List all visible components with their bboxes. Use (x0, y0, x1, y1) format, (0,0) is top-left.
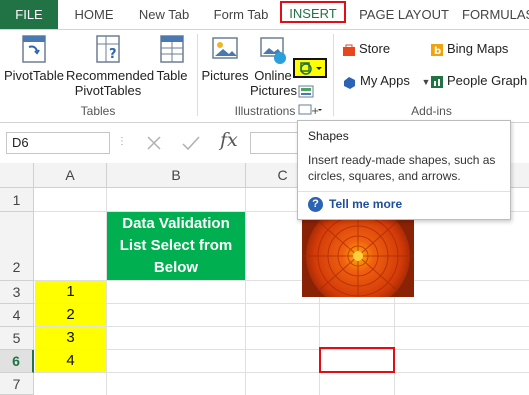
row-header-3[interactable]: 3 (0, 281, 34, 304)
svg-text:?: ? (109, 47, 117, 62)
pictures-label: Pictures (201, 68, 249, 83)
insert-tab-highlight (280, 1, 346, 23)
formula-input[interactable] (250, 132, 297, 154)
people-graph-button[interactable]: People Graph (430, 73, 527, 89)
tooltip-description: Insert ready-made shapes, such as circle… (308, 153, 496, 183)
pictures-button[interactable]: Pictures (201, 34, 249, 83)
gridline (245, 188, 246, 395)
tooltip-divider (298, 191, 510, 192)
b2-text-line-1: Data Validation (122, 215, 230, 232)
tab-new-tab[interactable]: New Tab (130, 0, 198, 29)
gridline (34, 326, 529, 327)
recommended-label-1: Recommended (66, 68, 155, 83)
addins-group-label: Add-ins (411, 104, 452, 118)
tab-formulas[interactable]: FORMULAS (462, 0, 529, 29)
my-apps-label: My Apps (360, 73, 410, 88)
insert-function-icon[interactable]: fx (220, 129, 238, 151)
online-pictures-icon (260, 37, 286, 64)
recommended-pivottables-button[interactable]: ? Recommended PivotTables (66, 34, 155, 98)
table-label: Table (156, 68, 188, 83)
store-label: Store (359, 41, 391, 56)
gridline (34, 280, 529, 281)
my-apps-icon (344, 76, 355, 89)
b2-text-line-2: List Select from (119, 237, 233, 254)
tell-me-more-link[interactable]: ? Tell me more (308, 197, 403, 213)
tab-page-layout[interactable]: PAGE LAYOUT (354, 0, 454, 29)
tab-home[interactable]: HOME (64, 0, 124, 29)
bing-maps-label: Bing Maps (447, 41, 509, 56)
enter-icon[interactable] (181, 134, 201, 152)
gridline (34, 372, 529, 373)
gridline (34, 349, 529, 350)
pivottable-label: PivotTable (4, 68, 64, 83)
online-pictures-label-2: Pictures (250, 83, 297, 98)
store-icon (343, 44, 355, 56)
pivottable-icon (22, 35, 46, 63)
pivottable-button[interactable]: PivotTable (4, 34, 64, 83)
row-header-6[interactable]: 6 (0, 350, 34, 373)
bing-maps-icon: b (431, 43, 443, 57)
illustrations-group-label: Illustrations (234, 104, 296, 118)
pictures-icon (212, 37, 238, 59)
people-graph-label: People Graph (447, 73, 528, 88)
cancel-icon[interactable] (145, 134, 163, 152)
online-pictures-button[interactable]: Online Pictures (250, 34, 297, 98)
row-header-2[interactable]: 2 (0, 212, 34, 281)
cell-a6[interactable]: 4 (35, 350, 106, 372)
tab-file[interactable]: FILE (0, 0, 58, 29)
cell-a5[interactable]: 3 (35, 327, 106, 349)
name-box[interactable]: D6 (6, 132, 110, 154)
ribbon-tab-bar: FILE HOME New Tab Form Tab INSERT PAGE L… (0, 0, 529, 30)
more-icon: ⋮ (117, 136, 127, 147)
recommended-pivottables-icon: ? (96, 35, 120, 63)
recommended-label-2: PivotTables (74, 83, 142, 98)
cell-a3[interactable]: 1 (35, 281, 106, 303)
my-apps-button[interactable]: My Apps ▼ (342, 73, 430, 90)
cell-b2[interactable]: Data Validation List Select from Below (107, 212, 245, 280)
tab-form-tab[interactable]: Form Tab (204, 0, 278, 29)
smartart-icon[interactable] (298, 85, 316, 99)
store-button[interactable]: Store (342, 41, 390, 57)
column-header-a[interactable]: A (34, 163, 107, 188)
shapes-button[interactable] (293, 58, 327, 78)
bing-maps-button[interactable]: b Bing Maps (430, 41, 508, 57)
tell-me-more-label: Tell me more (329, 197, 403, 211)
svg-text:b: b (434, 46, 441, 57)
column-header-b[interactable]: B (107, 163, 246, 188)
tooltip-title: Shapes (308, 129, 349, 143)
ribbon: PivotTable ? Recommended PivotTables Tab… (0, 30, 529, 123)
row-header-1[interactable]: 1 (0, 188, 34, 212)
table-button[interactable]: Table (152, 34, 192, 83)
table-icon (160, 35, 184, 63)
cell-a4[interactable]: 2 (35, 304, 106, 326)
row-header-5[interactable]: 5 (0, 327, 34, 350)
select-all-corner[interactable] (0, 163, 34, 188)
online-pictures-label-1: Online (254, 68, 292, 83)
gridline (34, 303, 529, 304)
row-header-4[interactable]: 4 (0, 304, 34, 327)
shapes-icon (300, 62, 322, 75)
flower-picture[interactable] (302, 215, 414, 297)
shapes-tooltip: Shapes Insert ready-made shapes, such as… (297, 120, 511, 220)
b2-text-line-3: Below (153, 259, 199, 276)
help-icon: ? (308, 197, 323, 213)
row-header-7[interactable]: 7 (0, 373, 34, 395)
tables-group-label: Tables (80, 104, 116, 118)
selected-cell-d6[interactable] (319, 347, 395, 373)
people-graph-icon (431, 75, 443, 88)
